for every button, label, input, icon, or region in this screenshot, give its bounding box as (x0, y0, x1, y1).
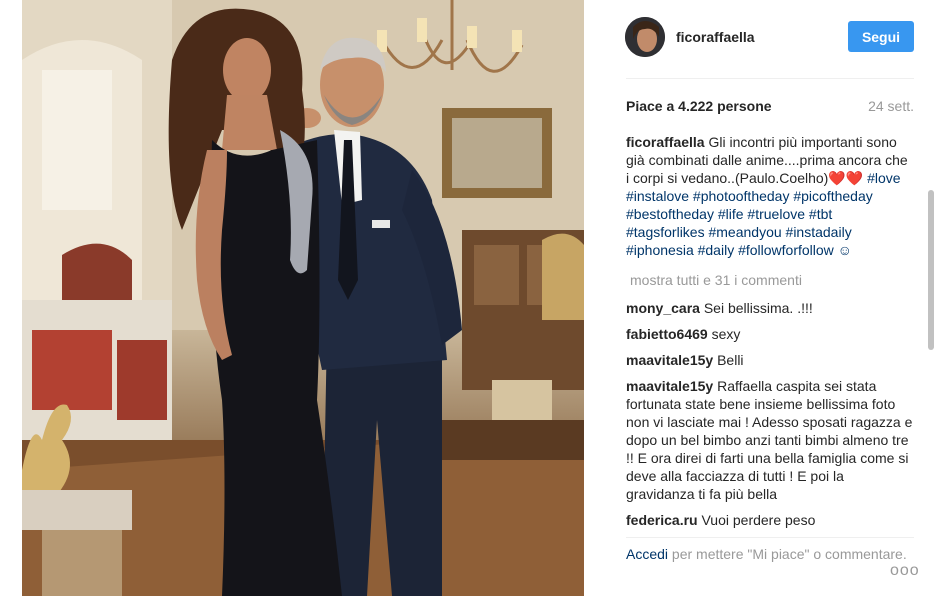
likes-row: Piace a 4.222 persone 24 sett. (626, 96, 914, 116)
comment-username[interactable]: mony_cara (626, 300, 700, 316)
comment-item: mony_cara Sei bellissima. .!!! (626, 299, 914, 317)
post-header: ficoraffaella Segui (584, 0, 936, 78)
comment-username[interactable]: fabietto6469 (626, 326, 708, 342)
footer-text: per mettere "Mi piace" o commentare. (671, 546, 907, 562)
comments-scrollbar[interactable] (928, 120, 934, 536)
comment-item: maavitale15y Belli (626, 351, 914, 369)
comment-username[interactable]: maavitale15y (626, 378, 713, 394)
login-link[interactable]: Accedi (626, 546, 668, 562)
post-time[interactable]: 24 sett. (868, 98, 914, 114)
comment-text: Raffaella caspita sei stata fortunata st… (626, 378, 913, 502)
comment-item: fabietto6469 sexy (626, 325, 914, 343)
post-details-panel: ficoraffaella Segui Piace a 4.222 person… (584, 0, 936, 596)
header-divider (626, 78, 914, 79)
footer-divider (626, 537, 914, 538)
scrollbar-thumb[interactable] (928, 190, 934, 350)
post-photo[interactable] (22, 0, 584, 596)
more-options-icon[interactable]: ooo (890, 562, 920, 580)
comment-text: Sei bellissima. .!!! (703, 300, 813, 316)
comment-text: Vuoi perdere peso (701, 512, 816, 528)
post-footer: Accedi per mettere "Mi piace" o commenta… (626, 545, 914, 593)
comment-username[interactable]: federica.ru (626, 512, 698, 528)
avatar[interactable] (625, 17, 665, 57)
comment-username[interactable]: maavitale15y (626, 352, 713, 368)
load-more-comments[interactable]: mostra tutti e 31 i commenti (630, 271, 914, 289)
comment-item: maavitale15y Raffaella caspita sei stata… (626, 377, 914, 503)
post-username[interactable]: ficoraffaella (676, 29, 755, 45)
avatar-image (625, 17, 665, 57)
comment-text: Belli (717, 352, 744, 368)
likes-count[interactable]: Piace a 4.222 persone (626, 98, 772, 114)
comments-list[interactable]: ficoraffaella Gli incontri più important… (626, 133, 914, 537)
comment-item: federica.ru Vuoi perdere peso (626, 511, 914, 529)
caption-username[interactable]: ficoraffaella (626, 134, 705, 150)
caption: ficoraffaella Gli incontri più important… (626, 133, 914, 259)
follow-button[interactable]: Segui (848, 21, 914, 52)
photo-illustration (22, 0, 584, 596)
comment-text: sexy (711, 326, 741, 342)
